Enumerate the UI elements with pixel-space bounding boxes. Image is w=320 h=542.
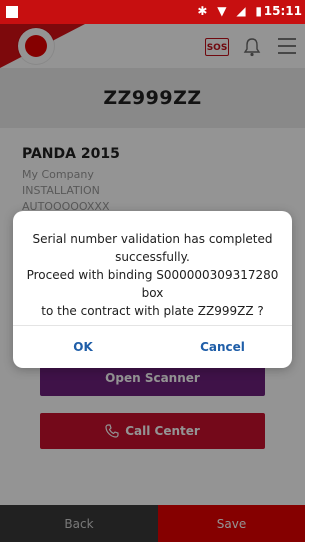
dialog-message-line: Serial number validation has completed <box>32 232 273 246</box>
cancel-button[interactable]: Cancel <box>153 326 292 368</box>
dialog-message-line: successfully. <box>115 250 190 264</box>
signal-icon: ◢ <box>236 4 249 18</box>
confirmation-dialog: Serial number validation has completed s… <box>13 211 292 368</box>
status-time: 15:11 <box>263 4 302 18</box>
status-icons: ✱ ▼ ◢ ▮ <box>197 4 265 18</box>
dialog-message-line: to the contract with plate ZZ999ZZ ? <box>41 304 264 318</box>
ok-button[interactable]: OK <box>13 326 153 368</box>
dialog-message: Serial number validation has completed s… <box>21 230 284 320</box>
notification-icon <box>6 6 18 18</box>
status-bar: ✱ ▼ ◢ ▮ 15:11 <box>0 0 305 24</box>
wifi-icon: ▼ <box>217 4 230 18</box>
dialog-message-line: Proceed with binding S000000309317280 bo… <box>26 268 279 300</box>
bluetooth-icon: ✱ <box>197 4 211 18</box>
